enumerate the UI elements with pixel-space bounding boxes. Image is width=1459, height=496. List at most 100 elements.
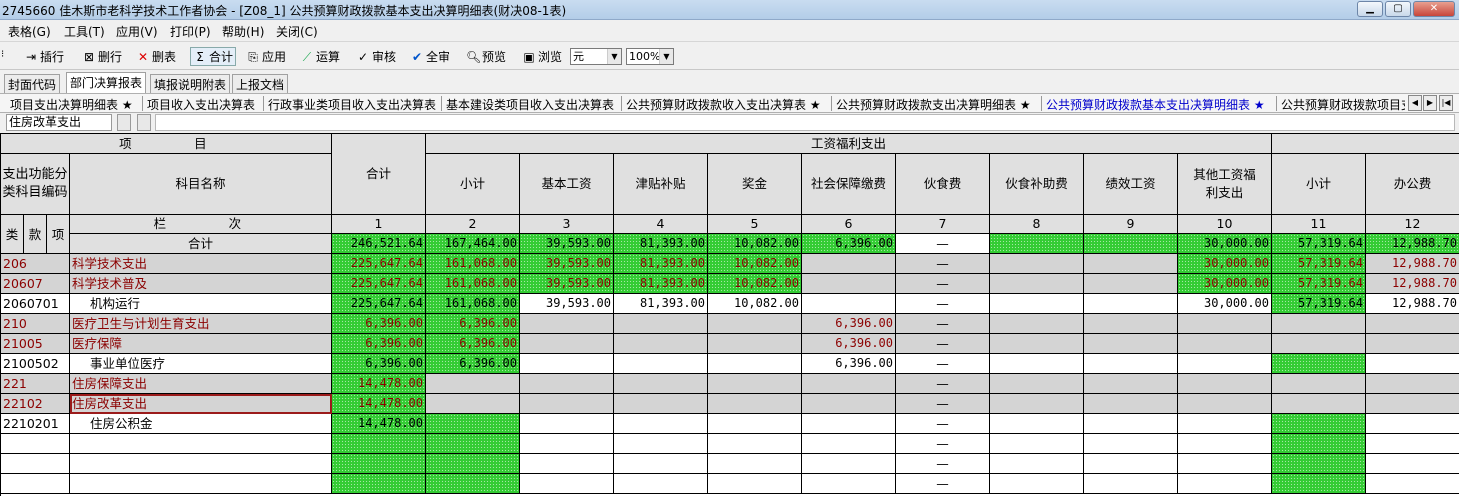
code-cell[interactable]: 2100502 xyxy=(1,354,70,374)
amount-cell[interactable] xyxy=(708,354,802,374)
subject-name-cell[interactable]: 事业单位医疗 xyxy=(70,354,332,374)
amount-cell[interactable] xyxy=(990,294,1084,314)
tab-project-income-expense[interactable]: 项目收入支出决算表 xyxy=(147,96,255,112)
subject-name-cell[interactable]: 科学技术普及 xyxy=(70,274,332,294)
amount-cell[interactable] xyxy=(802,394,896,414)
amount-cell[interactable]: 6,396.00 xyxy=(426,354,520,374)
code-cell[interactable] xyxy=(1,234,70,254)
amount-cell[interactable] xyxy=(426,434,520,454)
amount-cell[interactable] xyxy=(614,314,708,334)
code-cell[interactable] xyxy=(1,474,70,494)
amount-cell[interactable]: 81,393.00 xyxy=(614,254,708,274)
amount-cell[interactable] xyxy=(802,434,896,454)
amount-cell[interactable] xyxy=(990,234,1084,254)
amount-cell[interactable] xyxy=(426,414,520,434)
delete-table-button[interactable]: ✕ 删表 xyxy=(136,47,176,66)
subject-name-cell[interactable]: 机构运行 xyxy=(70,294,332,314)
subject-name-cell[interactable]: 住房公积金 xyxy=(70,414,332,434)
amount-cell[interactable] xyxy=(1178,314,1272,334)
amount-cell[interactable] xyxy=(708,434,802,454)
tab-cover-code[interactable]: 封面代码 xyxy=(4,74,61,93)
amount-cell[interactable] xyxy=(708,474,802,494)
amount-cell[interactable]: 14,478.00 xyxy=(332,414,426,434)
tab-upload-documents[interactable]: 上报文档 xyxy=(232,74,289,93)
amount-cell[interactable] xyxy=(520,314,614,334)
amount-cell[interactable] xyxy=(614,354,708,374)
browse-button[interactable]: ▣ 浏览 xyxy=(522,47,562,66)
amount-cell[interactable] xyxy=(990,374,1084,394)
amount-cell[interactable] xyxy=(1084,334,1178,354)
amount-cell[interactable] xyxy=(708,334,802,354)
amount-cell[interactable] xyxy=(1366,474,1459,494)
amount-cell[interactable] xyxy=(1272,414,1366,434)
amount-cell[interactable] xyxy=(1084,374,1178,394)
amount-cell[interactable] xyxy=(802,374,896,394)
amount-cell[interactable] xyxy=(1366,334,1459,354)
amount-cell[interactable] xyxy=(708,454,802,474)
amount-cell[interactable]: 57,319.64 xyxy=(1272,234,1366,254)
amount-cell[interactable]: 81,393.00 xyxy=(614,234,708,254)
amount-cell[interactable] xyxy=(520,414,614,434)
amount-cell[interactable] xyxy=(708,414,802,434)
amount-cell[interactable] xyxy=(990,474,1084,494)
amount-cell[interactable] xyxy=(1366,394,1459,414)
formula-input[interactable] xyxy=(155,114,1455,131)
dash-cell[interactable]: — xyxy=(896,294,990,314)
name-option-box[interactable] xyxy=(137,114,151,131)
maximize-icon[interactable]: ▢ xyxy=(1385,1,1411,17)
amount-cell[interactable]: 10,082.00 xyxy=(708,274,802,294)
tab-project-expense-detail[interactable]: 项目支出决算明细表 ★ xyxy=(10,96,133,112)
amount-cell[interactable] xyxy=(990,434,1084,454)
amount-cell[interactable] xyxy=(520,434,614,454)
amount-cell[interactable]: 225,647.64 xyxy=(332,294,426,314)
subject-name-cell[interactable] xyxy=(70,474,332,494)
subject-name-cell[interactable] xyxy=(70,454,332,474)
menu-close[interactable]: 关闭(C) xyxy=(276,23,318,40)
dash-cell[interactable]: — xyxy=(896,234,990,254)
amount-cell[interactable] xyxy=(614,434,708,454)
subject-name-cell[interactable]: 科学技术支出 xyxy=(70,254,332,274)
tab-public-budget-project-expense[interactable]: 公共预算财政拨款项目支出 xyxy=(1281,96,1405,112)
amount-cell[interactable] xyxy=(802,254,896,274)
amount-cell[interactable] xyxy=(1084,274,1178,294)
amount-cell[interactable] xyxy=(426,474,520,494)
code-cell[interactable]: 2060701 xyxy=(1,294,70,314)
dash-cell[interactable]: — xyxy=(896,274,990,294)
amount-cell[interactable]: 10,082.00 xyxy=(708,254,802,274)
code-cell[interactable]: 21005 xyxy=(1,334,70,354)
amount-cell[interactable] xyxy=(802,274,896,294)
amount-cell[interactable] xyxy=(990,394,1084,414)
amount-cell[interactable] xyxy=(1084,314,1178,334)
amount-cell[interactable]: 12,988.70 xyxy=(1366,234,1459,254)
amount-cell[interactable] xyxy=(1272,354,1366,374)
cell-name-box[interactable]: 住房改革支出 xyxy=(6,114,112,131)
amount-cell[interactable]: 6,396.00 xyxy=(426,334,520,354)
amount-cell[interactable]: 57,319.64 xyxy=(1272,254,1366,274)
dash-cell[interactable]: — xyxy=(896,434,990,454)
amount-cell[interactable] xyxy=(614,374,708,394)
menu-table[interactable]: 表格(G) xyxy=(8,23,51,40)
amount-cell[interactable] xyxy=(1084,454,1178,474)
amount-cell[interactable] xyxy=(802,474,896,494)
name-option-box[interactable] xyxy=(117,114,131,131)
dash-cell[interactable]: — xyxy=(896,474,990,494)
insert-row-button[interactable]: ⇥ 插行 xyxy=(24,47,64,66)
close-icon[interactable]: ✕ xyxy=(1413,1,1455,17)
code-cell[interactable]: 221 xyxy=(1,374,70,394)
subject-name-cell[interactable] xyxy=(70,434,332,454)
dash-cell[interactable]: — xyxy=(896,314,990,334)
amount-cell[interactable] xyxy=(614,394,708,414)
amount-cell[interactable] xyxy=(1084,234,1178,254)
amount-cell[interactable]: 161,068.00 xyxy=(426,254,520,274)
check-all-button[interactable]: ✔ 全审 xyxy=(410,47,450,66)
amount-cell[interactable] xyxy=(708,394,802,414)
amount-cell[interactable]: 57,319.64 xyxy=(1272,294,1366,314)
amount-cell[interactable] xyxy=(1272,334,1366,354)
amount-cell[interactable] xyxy=(426,454,520,474)
amount-cell[interactable] xyxy=(1366,454,1459,474)
amount-cell[interactable] xyxy=(332,434,426,454)
amount-cell[interactable]: 6,396.00 xyxy=(426,314,520,334)
amount-cell[interactable] xyxy=(1366,314,1459,334)
amount-cell[interactable] xyxy=(614,414,708,434)
amount-cell[interactable]: 6,396.00 xyxy=(802,354,896,374)
